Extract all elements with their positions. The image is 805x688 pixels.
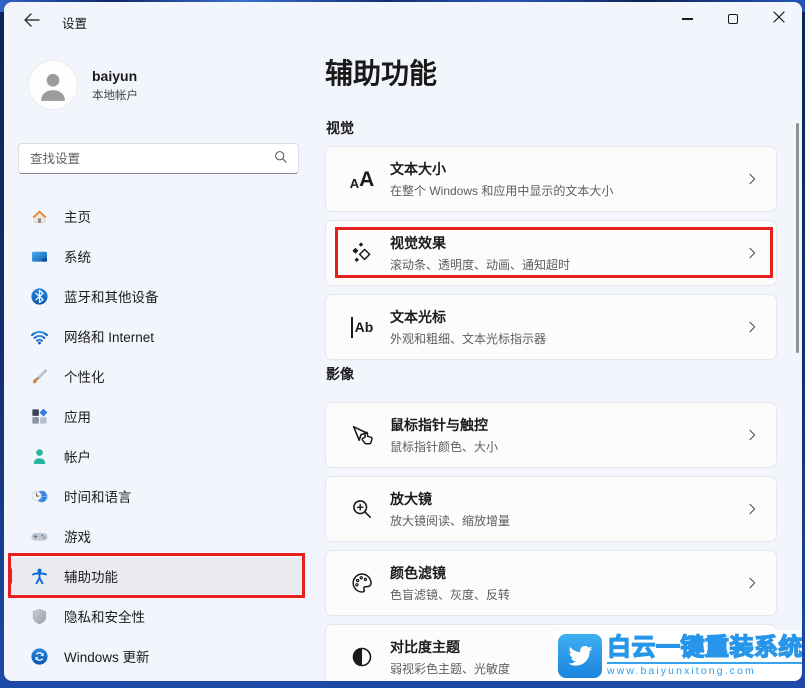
watermark-brand: 白云一键重装系统 xyxy=(607,634,802,665)
sidebar-item-accounts[interactable]: 帐户 xyxy=(8,438,305,474)
sidebar-item-system[interactable]: 系统 xyxy=(8,238,305,274)
card-title: 文本光标 xyxy=(390,307,546,327)
sidebar-item-label: 应用 xyxy=(64,406,91,426)
text-size-icon: AA xyxy=(348,165,376,193)
card-title: 文本大小 xyxy=(390,159,613,179)
sidebar-item-label: 个性化 xyxy=(64,366,105,386)
sidebar-item-label: 时间和语言 xyxy=(64,486,132,506)
close-icon xyxy=(773,10,785,28)
card-subtitle: 放大镜阅读、缩放增量 xyxy=(390,512,510,529)
chevron-right-icon xyxy=(744,319,760,335)
chevron-right-icon xyxy=(744,171,760,187)
sidebar-item-label: 系统 xyxy=(64,246,91,266)
card-subtitle: 弱视彩色主题、光敏度 xyxy=(390,660,510,677)
visual-effects-icon xyxy=(348,239,376,267)
back-button[interactable] xyxy=(16,10,46,34)
search-input[interactable] xyxy=(30,152,273,166)
user-name: baiyun xyxy=(92,68,138,84)
card-color-filter[interactable]: 颜色滤镜 色盲滤镜、灰度、反转 xyxy=(325,550,777,616)
search-icon xyxy=(273,149,288,169)
card-text-cursor[interactable]: Ab 文本光标 外观和粗细、文本光标指示器 xyxy=(325,294,777,360)
avatar xyxy=(28,60,78,110)
sidebar-item-windows-update[interactable]: Windows 更新 xyxy=(8,638,305,674)
privacy-icon xyxy=(29,606,49,626)
home-icon xyxy=(29,206,49,226)
apps-icon xyxy=(29,406,49,426)
time-language-icon xyxy=(29,486,49,506)
card-title: 对比度主题 xyxy=(390,637,510,657)
sidebar-item-label: 辅助功能 xyxy=(64,566,118,586)
bluetooth-icon xyxy=(29,286,49,306)
card-title: 颜色滤镜 xyxy=(390,563,510,583)
maximize-button[interactable] xyxy=(710,2,756,36)
sidebar-item-label: 网络和 Internet xyxy=(64,326,154,346)
windows-update-icon xyxy=(29,646,49,666)
desktop: 设置 baiyun 本地帐户 xyxy=(0,0,805,688)
sidebar-item-apps[interactable]: 应用 xyxy=(8,398,305,434)
sidebar-item-time-language[interactable]: 时间和语言 xyxy=(8,478,305,514)
contrast-theme-icon xyxy=(348,643,376,671)
minimize-button[interactable] xyxy=(664,2,710,36)
card-subtitle: 色盲滤镜、灰度、反转 xyxy=(390,586,510,603)
sidebar-item-label: 主页 xyxy=(64,206,91,226)
selected-indicator xyxy=(9,568,12,584)
user-account-type: 本地帐户 xyxy=(92,87,138,103)
card-subtitle: 鼠标指针颜色、大小 xyxy=(390,438,498,455)
card-title: 鼠标指针与触控 xyxy=(390,415,498,435)
card-text-size[interactable]: AA 文本大小 在整个 Windows 和应用中显示的文本大小 xyxy=(325,146,777,212)
card-title: 放大镜 xyxy=(390,489,510,509)
card-subtitle: 在整个 Windows 和应用中显示的文本大小 xyxy=(390,182,613,199)
mouse-pointer-icon xyxy=(348,421,376,449)
card-magnifier[interactable]: 放大镜 放大镜阅读、缩放增量 xyxy=(325,476,777,542)
app-title: 设置 xyxy=(62,13,87,32)
sidebar-item-privacy[interactable]: 隐私和安全性 xyxy=(8,598,305,634)
scrollbar-thumb[interactable] xyxy=(796,123,799,353)
page-title: 辅助功能 xyxy=(325,52,437,92)
sidebar-item-label: 蓝牙和其他设备 xyxy=(64,286,159,306)
sidebar-item-label: 帐户 xyxy=(64,446,91,466)
chevron-right-icon xyxy=(744,245,760,261)
sidebar-item-bluetooth[interactable]: 蓝牙和其他设备 xyxy=(8,278,305,314)
system-icon xyxy=(29,246,49,266)
sidebar-item-label: 游戏 xyxy=(64,526,91,546)
sidebar-item-network[interactable]: 网络和 Internet xyxy=(8,318,305,354)
person-silhouette-icon xyxy=(34,66,72,104)
personalization-icon xyxy=(29,366,49,386)
chevron-right-icon xyxy=(744,501,760,517)
text-cursor-icon: Ab xyxy=(348,313,376,341)
gaming-icon xyxy=(29,526,49,546)
magnifier-icon xyxy=(348,495,376,523)
network-icon xyxy=(29,326,49,346)
maximize-icon xyxy=(728,14,738,24)
sidebar-item-accessibility[interactable]: 辅助功能 xyxy=(8,558,305,594)
settings-window: 设置 baiyun 本地帐户 xyxy=(4,2,802,681)
chevron-right-icon xyxy=(744,575,760,591)
user-profile[interactable]: baiyun 本地帐户 xyxy=(28,60,138,110)
chevron-right-icon xyxy=(744,427,760,443)
card-mouse-pointer[interactable]: 鼠标指针与触控 鼠标指针颜色、大小 xyxy=(325,402,777,468)
card-subtitle: 外观和粗细、文本光标指示器 xyxy=(390,330,546,347)
card-visual-effects[interactable]: 视觉效果 滚动条、透明度、动画、通知超时 xyxy=(325,220,777,286)
accounts-icon xyxy=(29,446,49,466)
color-filter-icon xyxy=(348,569,376,597)
back-arrow-icon xyxy=(23,13,40,32)
watermark-url: www.baiyunxitong.com xyxy=(607,665,802,677)
sidebar-item-gaming[interactable]: 游戏 xyxy=(8,518,305,554)
section-header-vision: 视觉 xyxy=(326,118,354,138)
search-box[interactable] xyxy=(18,143,299,174)
accessibility-icon xyxy=(29,566,49,586)
sidebar-item-label: Windows 更新 xyxy=(64,646,150,666)
section-header-imaging: 影像 xyxy=(326,364,354,384)
watermark: 白云一键重装系统 www.baiyunxitong.com xyxy=(555,630,801,681)
twitter-bird-icon xyxy=(558,634,602,678)
sidebar-nav: 主页 系统 xyxy=(8,198,305,674)
sidebar-item-label: 隐私和安全性 xyxy=(64,606,145,626)
sidebar-item-personalization[interactable]: 个性化 xyxy=(8,358,305,394)
card-title: 视觉效果 xyxy=(390,233,570,253)
close-button[interactable] xyxy=(756,2,802,36)
minimize-icon xyxy=(682,18,693,19)
card-subtitle: 滚动条、透明度、动画、通知超时 xyxy=(390,256,570,273)
sidebar-item-home[interactable]: 主页 xyxy=(8,198,305,234)
